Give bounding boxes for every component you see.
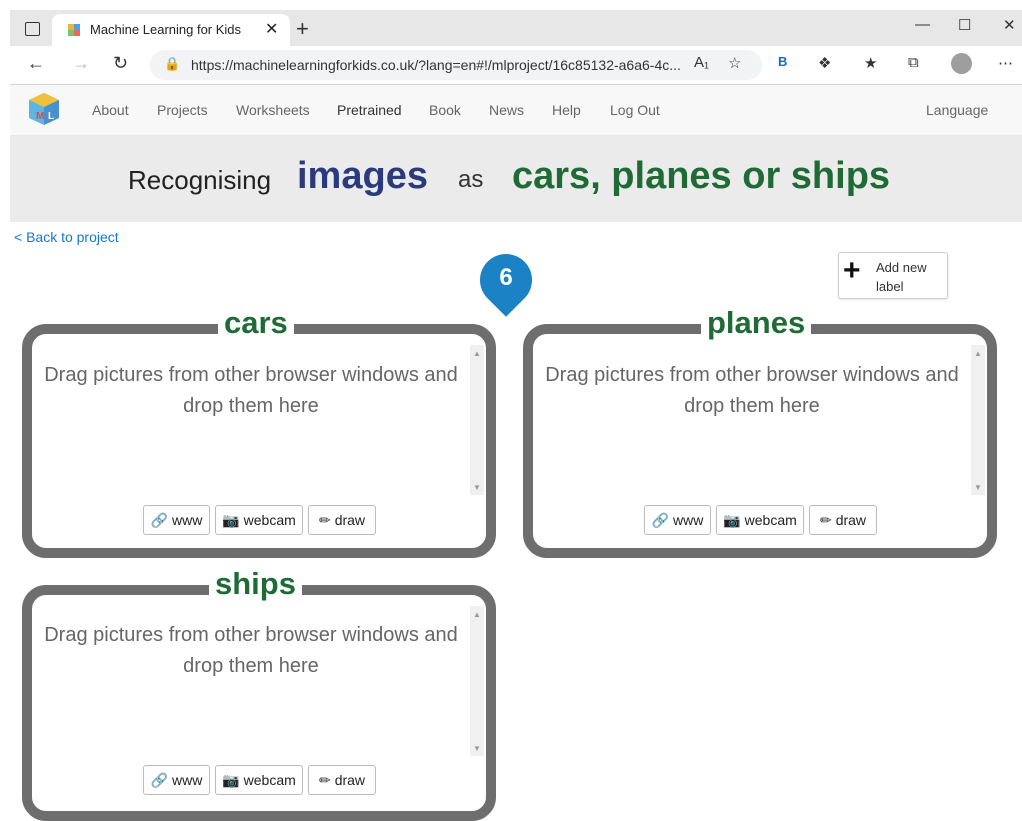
- scroll-down-icon[interactable]: ▼: [473, 744, 481, 753]
- link-icon: 🔗: [150, 511, 169, 528]
- webcam-button[interactable]: 📷 webcam: [716, 505, 804, 535]
- extensions-icon[interactable]: ❖: [818, 54, 831, 72]
- nav-projects[interactable]: Projects: [157, 102, 208, 118]
- nav-about[interactable]: About: [92, 102, 129, 118]
- minimize-button[interactable]: —: [915, 16, 930, 33]
- refresh-icon[interactable]: ↻: [113, 53, 128, 74]
- svg-text:L: L: [48, 111, 54, 122]
- tab-close-icon[interactable]: ✕: [265, 19, 278, 39]
- more-menu-icon[interactable]: ⋯: [998, 54, 1013, 72]
- nav-language[interactable]: Language: [926, 102, 988, 118]
- banner-type: images: [297, 155, 428, 197]
- label-title-ships: ships: [209, 566, 302, 602]
- webcam-label: webcam: [243, 512, 296, 528]
- webcam-button[interactable]: 📷 webcam: [215, 765, 303, 795]
- nav-news[interactable]: News: [489, 102, 524, 118]
- scrollbar[interactable]: [470, 345, 484, 495]
- www-label: www: [673, 512, 704, 528]
- pencil-icon: ✏: [819, 511, 832, 528]
- read-aloud-icon[interactable]: A₁: [694, 54, 709, 71]
- add-new-label-text: Add new label: [876, 260, 927, 294]
- ml4k-logo-icon[interactable]: M L: [27, 91, 61, 127]
- nav-worksheets[interactable]: Worksheets: [236, 102, 310, 118]
- camera-icon: 📷: [222, 771, 240, 788]
- tab-title: Machine Learning for Kids: [90, 22, 242, 37]
- banner-as: as: [458, 166, 484, 193]
- camera-icon: 📷: [222, 511, 240, 528]
- webcam-button[interactable]: 📷 webcam: [215, 505, 303, 535]
- draw-label: draw: [334, 512, 366, 528]
- sidebar-toggle-icon[interactable]: [25, 22, 40, 36]
- maximize-button[interactable]: ☐: [958, 16, 971, 34]
- nav-book[interactable]: Book: [429, 102, 461, 118]
- scroll-up-icon[interactable]: ▲: [974, 349, 982, 358]
- plus-icon: +: [843, 254, 861, 287]
- label-title-planes: planes: [701, 305, 812, 341]
- drop-zone-text: Drag pictures from other browser windows…: [44, 624, 458, 677]
- www-button[interactable]: 🔗 www: [644, 505, 711, 535]
- pencil-icon: ✏: [318, 771, 331, 788]
- nav-pretrained[interactable]: Pretrained: [337, 102, 402, 118]
- svg-text:M: M: [36, 111, 44, 122]
- scroll-down-icon[interactable]: ▼: [473, 483, 481, 492]
- webcam-label: webcam: [243, 772, 296, 788]
- draw-button[interactable]: ✏ draw: [308, 505, 376, 535]
- link-icon: 🔗: [150, 771, 169, 788]
- draw-button[interactable]: ✏ draw: [308, 765, 376, 795]
- back-arrow-icon[interactable]: ←: [27, 53, 45, 74]
- close-window-button[interactable]: ✕: [1003, 16, 1016, 34]
- banner-labels: cars, planes or ships: [512, 155, 891, 197]
- lock-icon[interactable]: 🔒: [164, 56, 180, 72]
- back-to-project-link[interactable]: < Back to project: [14, 229, 119, 245]
- camera-icon: 📷: [723, 511, 741, 528]
- favorite-star-icon[interactable]: ☆: [728, 54, 741, 72]
- drop-zone-text: Drag pictures from other browser windows…: [545, 364, 959, 417]
- profile-avatar-icon[interactable]: [951, 53, 972, 74]
- nav-help[interactable]: Help: [552, 102, 581, 118]
- draw-label: draw: [334, 772, 366, 788]
- scrollbar[interactable]: [971, 345, 985, 495]
- pencil-icon: ✏: [318, 511, 331, 528]
- www-button[interactable]: 🔗 www: [143, 505, 210, 535]
- bing-icon[interactable]: B: [778, 54, 787, 69]
- collections-icon[interactable]: ⧉: [908, 54, 919, 71]
- label-title-cars: cars: [218, 305, 294, 341]
- new-tab-button[interactable]: +: [296, 16, 309, 42]
- drop-zone-text: Drag pictures from other browser windows…: [44, 364, 458, 417]
- webcam-label: webcam: [744, 512, 797, 528]
- link-icon: 🔗: [651, 511, 670, 528]
- scroll-up-icon[interactable]: ▲: [473, 610, 481, 619]
- scroll-up-icon[interactable]: ▲: [473, 349, 481, 358]
- url-text[interactable]: https://machinelearningforkids.co.uk/?la…: [191, 57, 681, 73]
- www-label: www: [172, 772, 203, 788]
- nav-logout[interactable]: Log Out: [610, 102, 660, 118]
- forward-arrow-icon[interactable]: →: [72, 53, 90, 74]
- site-favicon-icon: [68, 24, 80, 36]
- scrollbar[interactable]: [470, 606, 484, 756]
- draw-button[interactable]: ✏ draw: [809, 505, 877, 535]
- draw-label: draw: [835, 512, 867, 528]
- www-button[interactable]: 🔗 www: [143, 765, 210, 795]
- step-marker-number: 6: [499, 264, 513, 291]
- www-label: www: [172, 512, 203, 528]
- banner-prefix: Recognising: [128, 165, 272, 195]
- favorites-icon[interactable]: ★: [864, 54, 877, 72]
- scroll-down-icon[interactable]: ▼: [974, 483, 982, 492]
